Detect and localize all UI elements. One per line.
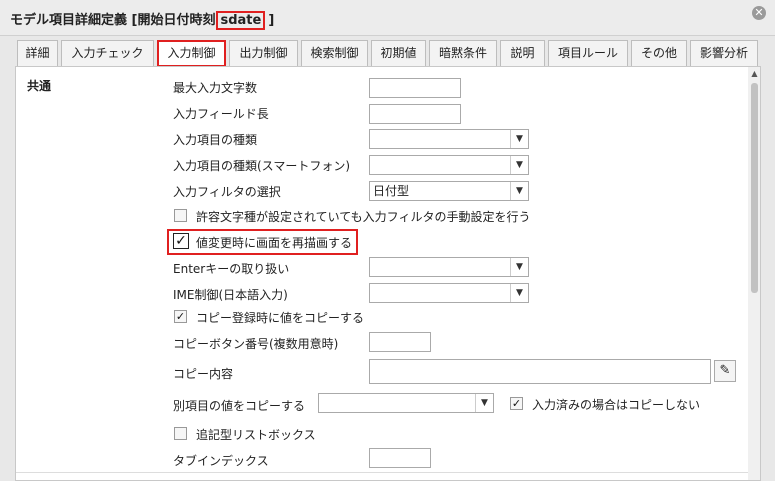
max-chars-label: 最大入力文字数 [173,81,258,95]
ime-label: IME制御(日本語入力) [173,288,288,302]
vertical-scrollbar[interactable]: ▲ [748,67,760,480]
tab-implicit-condition[interactable]: 暗黙条件 [429,40,497,66]
copy-content-label: コピー内容 [173,367,234,381]
chevron-down-icon: ▼ [510,182,528,200]
no-copy-if-entered-checkbox[interactable]: ✓ [510,397,523,410]
tab-other[interactable]: その他 [631,40,687,66]
title-item-id: sdate [216,11,266,30]
tab-search-control[interactable]: 検索制御 [301,40,368,66]
manual-filter-checkbox[interactable] [174,209,187,222]
append-listbox-label: 追記型リストボックス [196,428,316,442]
chevron-down-icon: ▼ [510,156,528,174]
input-filter-value: 日付型 [373,184,410,198]
title-bar: モデル項目詳細定義 [開始日付時刻 sdate] ✕ [0,0,775,36]
manual-filter-label: 許容文字種が設定されていても入力フィルタの手動設定を行う [196,210,531,224]
input-type-label: 入力項目の種類 [173,133,258,147]
copy-other-select[interactable]: ▼ [318,393,494,413]
divider [16,472,748,473]
tab-bar: 詳細 入力チェック 入力制御 出力制御 検索制御 初期値 暗黙条件 説明 項目ル… [0,40,775,68]
edit-icon[interactable]: ✎ [714,360,736,382]
copy-other-label: 別項目の値をコピーする [173,399,306,413]
section-label: 共通 [27,79,52,93]
chevron-down-icon: ▼ [510,130,528,148]
copy-button-no-label: コピーボタン番号(複数用意時) [173,337,339,351]
append-listbox-checkbox[interactable] [174,427,187,440]
chevron-down-icon: ▼ [510,284,528,302]
copy-on-register-label: コピー登録時に値をコピーする [196,311,365,325]
copy-content-input[interactable] [369,359,711,384]
copy-on-register-checkbox[interactable]: ✓ [174,310,187,323]
input-type-select[interactable]: ▼ [369,129,529,149]
ime-select[interactable]: ▼ [369,283,529,303]
close-icon[interactable]: ✕ [752,6,766,20]
field-length-label: 入力フィールド長 [173,107,269,121]
scroll-up-icon[interactable]: ▲ [748,69,760,79]
input-filter-label: 入力フィルタの選択 [173,185,281,199]
input-filter-select[interactable]: 日付型 ▼ [369,181,529,201]
max-chars-input[interactable] [369,78,461,98]
no-copy-if-entered-label: 入力済みの場合はコピーしない [532,398,701,412]
tab-initial-value[interactable]: 初期値 [371,40,426,66]
copy-button-no-input[interactable] [369,332,431,352]
tab-impact-analysis[interactable]: 影響分析 [690,40,758,66]
tab-detail[interactable]: 詳細 [17,40,58,66]
tab-input-control[interactable]: 入力制御 [157,40,226,67]
tab-description[interactable]: 説明 [500,40,545,66]
scrollbar-thumb[interactable] [751,83,758,293]
chevron-down-icon: ▼ [475,394,493,412]
redraw-label: 値変更時に画面を再描画する [196,236,353,250]
chevron-down-icon: ▼ [510,258,528,276]
tab-input-check[interactable]: 入力チェック [61,40,154,66]
title-prefix: モデル項目詳細定義 [開始日付時刻 [10,13,216,28]
input-type-sp-select[interactable]: ▼ [369,155,529,175]
tab-output-control[interactable]: 出力制御 [229,40,298,66]
tab-item-rule[interactable]: 項目ルール [548,40,628,66]
window-title: モデル項目詳細定義 [開始日付時刻 sdate] [10,9,275,30]
tab-index-input[interactable] [369,448,431,468]
input-control-panel: 共通 最大入力文字数 入力フィールド長 入力項目の種類 ▼ 入力項目の種類(スマ… [15,66,761,481]
tab-index-label: タブインデックス [173,454,269,468]
field-length-input[interactable] [369,104,461,124]
input-type-sp-label: 入力項目の種類(スマートフォン) [173,159,351,173]
enter-key-select[interactable]: ▼ [369,257,529,277]
enter-key-label: Enterキーの取り扱い [173,262,290,276]
title-suffix: ] [268,13,275,28]
redraw-checkbox[interactable]: ✓ [173,233,189,249]
